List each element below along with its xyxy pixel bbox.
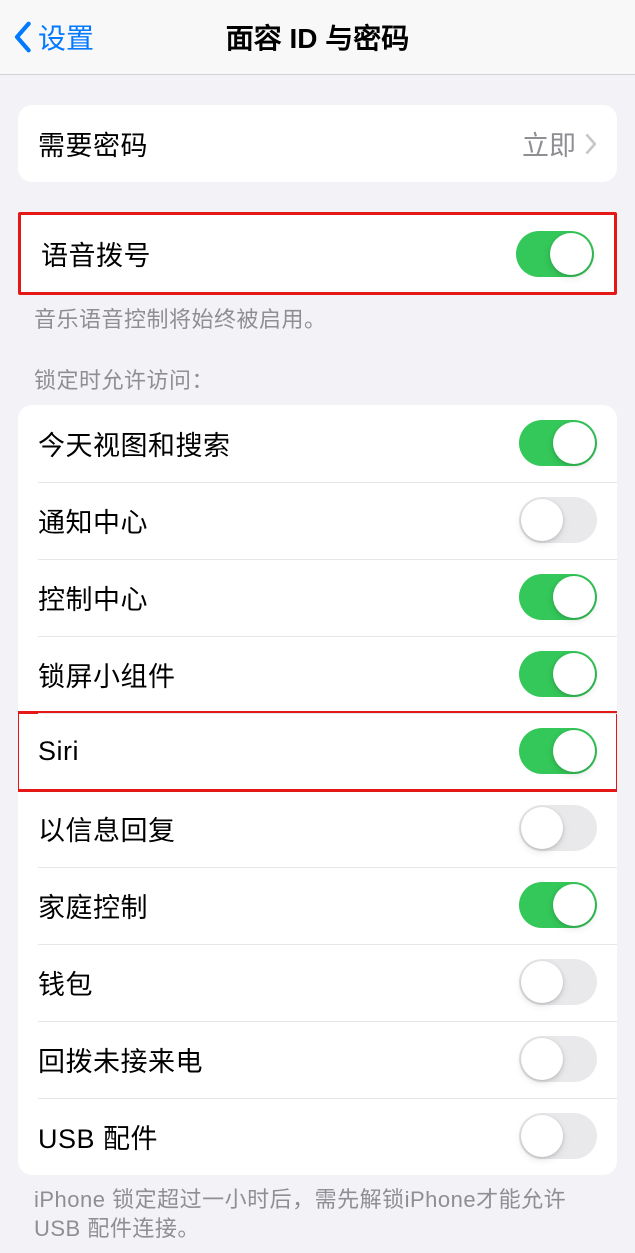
row-lock-access-item: 以信息回复 (18, 790, 617, 867)
row-lock-access-item: 锁屏小组件 (18, 636, 617, 713)
toggle-knob (553, 653, 595, 695)
row-lock-access-item: USB 配件 (18, 1098, 617, 1175)
toggle-knob (521, 807, 563, 849)
toggle-knob (550, 233, 592, 275)
row-label: 需要密码 (38, 124, 148, 163)
row-label: 家庭控制 (38, 886, 148, 925)
toggle-lock-access-item[interactable] (519, 651, 597, 697)
row-label: 回拨未接来电 (38, 1040, 203, 1079)
toggle-lock-access-item[interactable] (519, 574, 597, 620)
toggle-lock-access-item[interactable] (519, 728, 597, 774)
back-button[interactable]: 设置 (12, 17, 94, 57)
toggle-knob (553, 422, 595, 464)
toggle-knob (521, 1115, 563, 1157)
row-lock-access-item: Siri (18, 713, 617, 790)
toggle-knob (553, 884, 595, 926)
row-label: Siri (38, 736, 79, 767)
group-voice-dial: 语音拨号 (18, 212, 617, 295)
row-label: 钱包 (38, 963, 93, 1002)
toggle-knob (553, 576, 595, 618)
header-lock-access: 锁定时允许访问： (0, 335, 635, 405)
toggle-knob (553, 730, 595, 772)
toggle-lock-access-item[interactable] (519, 882, 597, 928)
chevron-right-icon (584, 133, 597, 155)
toggle-lock-access-item[interactable] (519, 805, 597, 851)
row-label: 今天视图和搜索 (38, 424, 231, 463)
toggle-knob (521, 961, 563, 1003)
back-label: 设置 (38, 17, 94, 57)
row-value: 立即 (522, 124, 576, 163)
row-label: 控制中心 (38, 578, 148, 617)
row-require-passcode[interactable]: 需要密码 立即 (18, 105, 617, 182)
group-require-passcode: 需要密码 立即 (18, 105, 617, 182)
chevron-left-icon (12, 20, 32, 54)
footer-lock-access: iPhone 锁定超过一小时后，需先解锁iPhone才能允许 USB 配件连接。 (0, 1175, 635, 1244)
row-lock-access-item: 通知中心 (18, 482, 617, 559)
row-voice-dial: 语音拨号 (21, 215, 614, 292)
toggle-lock-access-item[interactable] (519, 420, 597, 466)
row-lock-access-item: 家庭控制 (18, 867, 617, 944)
row-lock-access-item: 回拨未接来电 (18, 1021, 617, 1098)
row-lock-access-item: 今天视图和搜索 (18, 405, 617, 482)
row-lock-access-item: 控制中心 (18, 559, 617, 636)
toggle-knob (521, 1038, 563, 1080)
group-lock-access: 今天视图和搜索通知中心控制中心锁屏小组件 Siri 以信息回复家庭控制钱包回拨未接来… (18, 405, 617, 1175)
row-label: USB 配件 (38, 1117, 158, 1156)
row-detail: 立即 (522, 124, 597, 163)
toggle-lock-access-item[interactable] (519, 959, 597, 1005)
row-label: 通知中心 (38, 501, 148, 540)
toggle-voice-dial[interactable] (516, 231, 594, 277)
toggle-lock-access-item[interactable] (519, 497, 597, 543)
footer-voice-dial: 音乐语音控制将始终被启用。 (0, 295, 635, 335)
toggle-lock-access-item[interactable] (519, 1113, 597, 1159)
row-label: 语音拨号 (41, 234, 151, 273)
row-lock-access-item: 钱包 (18, 944, 617, 1021)
nav-bar: 设置 面容 ID 与密码 (0, 0, 635, 75)
row-label: 锁屏小组件 (38, 655, 176, 694)
row-label: 以信息回复 (38, 809, 176, 848)
page-title: 面容 ID 与密码 (0, 17, 635, 57)
toggle-lock-access-item[interactable] (519, 1036, 597, 1082)
toggle-knob (521, 499, 563, 541)
